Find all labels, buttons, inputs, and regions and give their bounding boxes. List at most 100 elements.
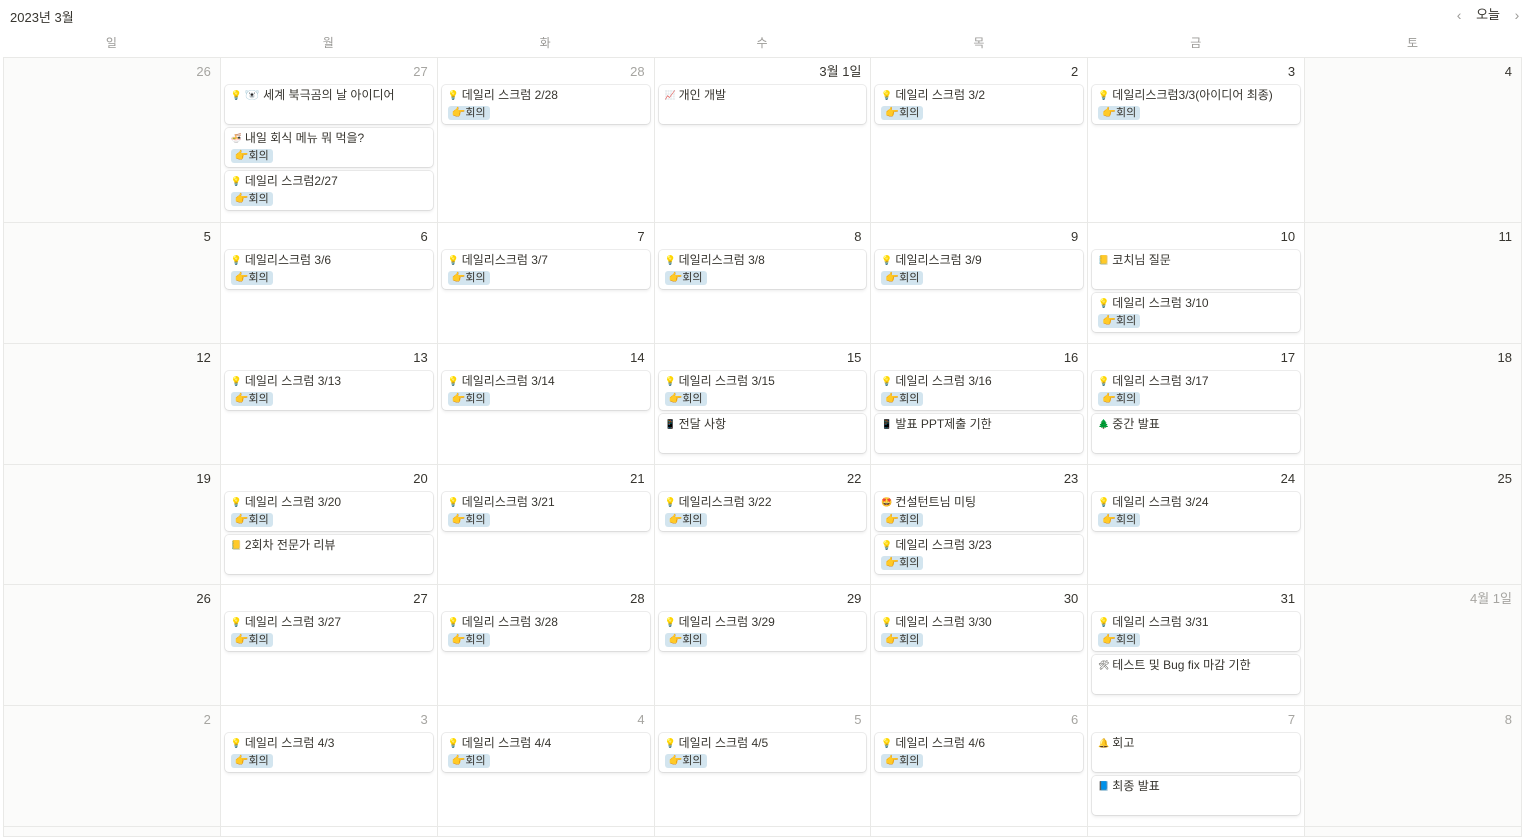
event-card[interactable]: 📒 코치님 질문 <box>1092 250 1301 289</box>
event-card[interactable]: 💡 데일리 스크럼 2/28 👉회의 <box>441 85 650 124</box>
day-cell[interactable]: 24 💡 데일리 스크럼 3/24 👉회의 <box>1088 465 1306 585</box>
event-card[interactable]: 📘 최종 발표 <box>1092 776 1301 815</box>
event-title-text: 데일리 스크럼 4/6 <box>895 736 986 750</box>
event-card[interactable]: 💡 데일리 스크럼 3/10 👉회의 <box>1092 293 1301 332</box>
day-cell[interactable]: 3월 1일 📈 개인 개발 <box>654 58 872 223</box>
event-list: 💡 데일리스크럼 3/7 👉회의 <box>441 250 650 289</box>
day-cell[interactable]: 5 💡 데일리 스크럼 4/5 👉회의 <box>654 706 872 827</box>
event-list: 💡 데일리 스크럼 3/29 👉회의 <box>658 612 867 651</box>
day-cell[interactable]: 7 💡 데일리스크럼 3/7 👉회의 <box>437 223 655 344</box>
day-cell[interactable]: 8 💡 데일리스크럼 3/8 👉회의 <box>654 223 872 344</box>
day-cell[interactable]: 4 <box>1305 58 1522 223</box>
event-card[interactable]: 💡 데일리 스크럼 3/20 👉회의 <box>224 492 433 531</box>
event-card[interactable]: 💡 데일리 스크럼 3/31 👉회의 <box>1092 612 1301 651</box>
event-card[interactable]: 💡 데일리 스크럼 3/15 👉회의 <box>658 371 867 410</box>
event-card[interactable]: 💡 데일리 스크럼 4/4 👉회의 <box>441 733 650 772</box>
day-cell[interactable]: 13 💡 데일리 스크럼 3/13 👉회의 <box>220 344 438 465</box>
chevron-left-icon[interactable]: ‹ <box>1452 6 1466 24</box>
day-cell[interactable]: 19 <box>4 465 221 585</box>
event-card[interactable]: 💡 데일리 스크럼 3/28 👉회의 <box>441 612 650 651</box>
day-cell[interactable]: 28 💡 데일리 스크럼 3/28 👉회의 <box>437 585 655 706</box>
meeting-tag: 👉회의 <box>230 149 273 163</box>
day-cell[interactable]: 12 <box>4 344 221 465</box>
day-cell[interactable]: 4월 1일 <box>1305 585 1522 706</box>
day-cell[interactable]: 26 <box>4 58 221 223</box>
day-cell[interactable]: 2 💡 데일리 스크럼 3/2 👉회의 <box>871 58 1089 223</box>
event-card[interactable]: 💡 데일리스크럼 3/8 👉회의 <box>658 250 867 289</box>
event-card[interactable]: 💡 데일리스크럼3/3(아이디어 최종) 👉회의 <box>1092 85 1301 124</box>
day-cell[interactable]: 14 💡 데일리스크럼 3/14 👉회의 <box>437 344 655 465</box>
event-list: 💡 데일리 스크럼 4/5 👉회의 <box>658 733 867 772</box>
day-cell[interactable]: 21 💡 데일리스크럼 3/21 👉회의 <box>437 465 655 585</box>
event-card[interactable]: 🛠 테스트 및 Bug fix 마감 기한 <box>1092 655 1301 694</box>
day-cell[interactable]: 17 💡 데일리 스크럼 3/17 👉회의 🌲 중간 발표 <box>1088 344 1306 465</box>
event-card[interactable]: 📱 발표 PPT제출 기한 <box>875 414 1084 453</box>
day-cell[interactable]: 27 💡 데일리 스크럼 3/27 👉회의 <box>220 585 438 706</box>
event-card[interactable]: 📱 전달 사항 <box>658 414 867 453</box>
day-cell[interactable]: 8 <box>1305 706 1522 827</box>
day-number: 9 <box>1071 229 1079 244</box>
day-cell[interactable]: 27 💡 🐻‍❄️ 세계 북극곰의 날 아이디어 🍜 내일 회식 메뉴 뭐 먹을? 👉회의… <box>220 58 438 223</box>
event-emoji-icon: 💡 <box>447 738 459 748</box>
day-cell[interactable]: 6 💡 데일리 스크럼 4/6 👉회의 <box>871 706 1089 827</box>
day-cell[interactable]: 7 🔔 회고 📘 최종 발표 <box>1088 706 1306 827</box>
event-title-text: 최종 발표 <box>1112 779 1160 793</box>
event-card[interactable]: 🤩 컨설턴트님 미팅 👉회의 <box>875 492 1084 531</box>
event-card[interactable]: 💡 데일리 스크럼 3/29 👉회의 <box>658 612 867 651</box>
day-cell[interactable]: 25 <box>1305 465 1522 585</box>
event-card[interactable]: 💡 데일리 스크럼 3/17 👉회의 <box>1092 371 1301 410</box>
day-cell[interactable]: 4 💡 데일리 스크럼 4/4 👉회의 <box>437 706 655 827</box>
event-card[interactable]: 📈 개인 개발 <box>658 85 867 124</box>
day-cell[interactable]: 15 💡 데일리 스크럼 3/15 👉회의 📱 전달 사항 <box>654 344 872 465</box>
event-list: 💡 데일리 스크럼 3/17 👉회의 🌲 중간 발표 <box>1092 371 1301 453</box>
today-button[interactable]: 오늘 <box>1474 6 1502 24</box>
day-cell[interactable]: 20 💡 데일리 스크럼 3/20 👉회의 📒 2회차 전문가 리뷰 <box>220 465 438 585</box>
day-cell[interactable]: 18 <box>1305 344 1522 465</box>
day-cell[interactable]: 31 💡 데일리 스크럼 3/31 👉회의 🛠 테스트 및 Bug fix 마감 기한 <box>1088 585 1306 706</box>
day-cell[interactable]: 29 💡 데일리 스크럼 3/29 👉회의 <box>654 585 872 706</box>
event-card[interactable]: 💡 데일리 스크럼 4/6 👉회의 <box>875 733 1084 772</box>
event-emoji-icon: 💡 <box>447 90 459 100</box>
event-card[interactable]: 💡 데일리스크럼 3/6 👉회의 <box>224 250 433 289</box>
event-card[interactable]: 💡 데일리 스크럼 3/23 👉회의 <box>875 535 1084 574</box>
day-number: 29 <box>846 591 862 606</box>
day-cell[interactable]: 10 📒 코치님 질문 💡 데일리 스크럼 3/10 👉회의 <box>1088 223 1306 344</box>
day-cell[interactable]: 28 💡 데일리 스크럼 2/28 👉회의 <box>437 58 655 223</box>
event-card[interactable]: 💡 데일리 스크럼2/27 👉회의 <box>224 171 433 210</box>
day-cell[interactable]: 9 💡 데일리스크럼 3/9 👉회의 <box>871 223 1089 344</box>
event-emoji-icon: 💡 <box>664 617 676 627</box>
event-title: 💡 데일리 스크럼 4/3 <box>231 736 427 751</box>
day-cell[interactable]: 22 💡 데일리스크럼 3/22 👉회의 <box>654 465 872 585</box>
event-card[interactable]: 💡 데일리 스크럼 3/27 👉회의 <box>224 612 433 651</box>
day-cell[interactable]: 23 🤩 컨설턴트님 미팅 👉회의 💡 데일리 스크럼 3/23 👉회의 <box>871 465 1089 585</box>
event-card[interactable]: 💡 데일리 스크럼 3/30 👉회의 <box>875 612 1084 651</box>
event-card[interactable]: 💡 데일리 스크럼 3/13 👉회의 <box>224 371 433 410</box>
day-cell[interactable]: 16 💡 데일리 스크럼 3/16 👉회의 📱 발표 PPT제출 기한 <box>871 344 1089 465</box>
chevron-right-icon[interactable]: › <box>1510 6 1524 24</box>
day-cell[interactable]: 2 <box>4 706 221 827</box>
event-card[interactable]: 💡 🐻‍❄️ 세계 북극곰의 날 아이디어 <box>224 85 433 124</box>
day-cell[interactable]: 30 💡 데일리 스크럼 3/30 👉회의 <box>871 585 1089 706</box>
event-card[interactable]: 💡 데일리 스크럼 4/5 👉회의 <box>658 733 867 772</box>
event-list: 💡 데일리 스크럼 3/30 👉회의 <box>875 612 1084 651</box>
event-card[interactable]: 💡 데일리스크럼 3/7 👉회의 <box>441 250 650 289</box>
event-card[interactable]: 💡 데일리 스크럼 3/16 👉회의 <box>875 371 1084 410</box>
day-cell[interactable]: 5 <box>4 223 221 344</box>
event-card[interactable]: 💡 데일리스크럼 3/22 👉회의 <box>658 492 867 531</box>
day-cell[interactable]: 6 💡 데일리스크럼 3/6 👉회의 <box>220 223 438 344</box>
event-card[interactable]: 🔔 회고 <box>1092 733 1301 772</box>
day-cell[interactable]: 11 <box>1305 223 1522 344</box>
event-card[interactable]: 💡 데일리 스크럼 3/24 👉회의 <box>1092 492 1301 531</box>
day-cell[interactable]: 26 <box>4 585 221 706</box>
event-card[interactable]: 💡 데일리 스크럼 4/3 👉회의 <box>224 733 433 772</box>
event-card[interactable]: 💡 데일리스크럼 3/9 👉회의 <box>875 250 1084 289</box>
day-cell[interactable]: 3 💡 데일리스크럼3/3(아이디어 최종) 👉회의 <box>1088 58 1306 223</box>
event-card[interactable]: 💡 데일리스크럼 3/21 👉회의 <box>441 492 650 531</box>
event-card[interactable]: 💡 데일리스크럼 3/14 👉회의 <box>441 371 650 410</box>
day-cell[interactable]: 3 💡 데일리 스크럼 4/3 👉회의 <box>220 706 438 827</box>
event-card[interactable]: 🌲 중간 발표 <box>1092 414 1301 453</box>
event-card[interactable]: 💡 데일리 스크럼 3/2 👉회의 <box>875 85 1084 124</box>
meeting-tag: 👉회의 <box>1098 633 1141 647</box>
event-card[interactable]: 📒 2회차 전문가 리뷰 <box>224 535 433 574</box>
event-card[interactable]: 🍜 내일 회식 메뉴 뭐 먹을? 👉회의 <box>224 128 433 167</box>
